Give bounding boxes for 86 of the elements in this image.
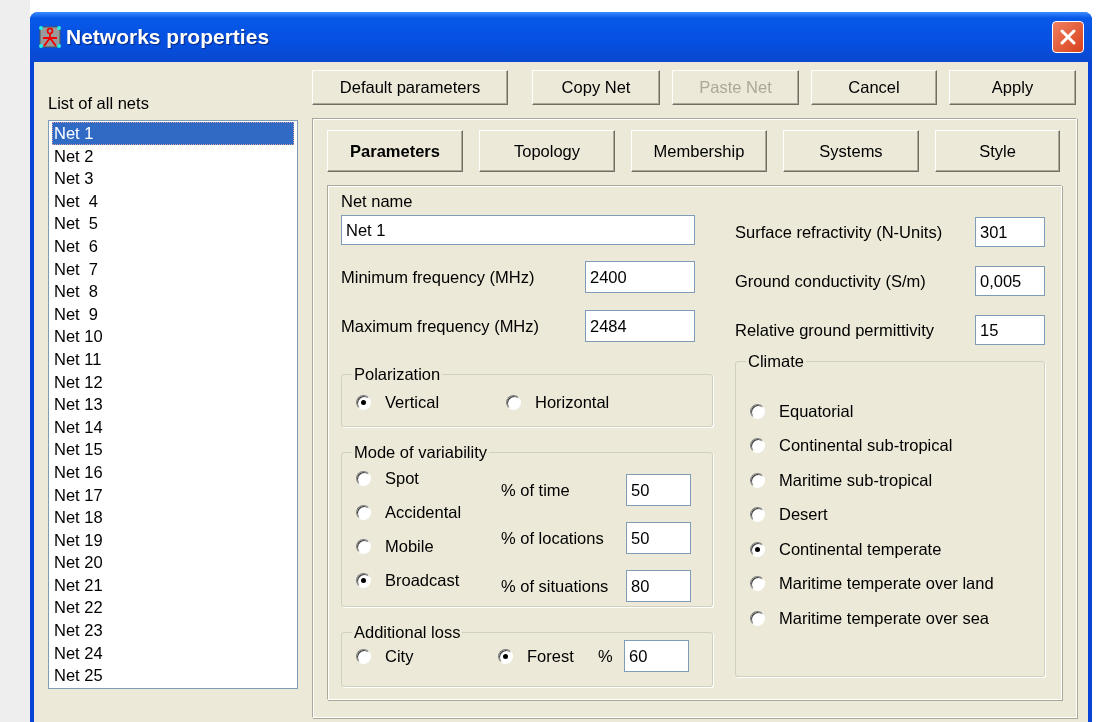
radio-button[interactable]: Continental temperate — [750, 537, 1030, 561]
radio-icon[interactable] — [506, 394, 521, 410]
group-title: Polarization — [353, 365, 442, 384]
tab[interactable]: Systems — [783, 130, 919, 172]
list-item[interactable]: Net 25 — [52, 664, 294, 687]
input-field[interactable]: 15 — [975, 315, 1045, 345]
list-item[interactable]: Net 19 — [52, 528, 294, 552]
radio-button[interactable]: Accidental — [356, 500, 501, 524]
tab[interactable]: Parameters — [327, 130, 463, 172]
list-item[interactable]: Net 17 — [52, 483, 294, 507]
list-item[interactable]: Net 7 — [52, 257, 294, 281]
tab[interactable]: Membership — [631, 130, 767, 172]
list-item[interactable]: Net 14 — [52, 415, 294, 439]
close-button[interactable] — [1052, 21, 1084, 53]
group-title: Mode of variability — [353, 443, 488, 462]
radio-button[interactable]: Continental sub-tropical — [750, 433, 1030, 458]
radio-button[interactable]: Vertical — [356, 390, 506, 414]
list-label: List of all nets — [48, 93, 150, 114]
tab[interactable]: Style — [935, 130, 1060, 172]
action-button[interactable]: Cancel — [811, 70, 937, 105]
list-item[interactable]: Net 11 — [52, 347, 294, 371]
radio-icon[interactable] — [750, 576, 765, 591]
input-field[interactable]: 80 — [626, 570, 691, 602]
field-label: Surface refractivity (N-Units) — [735, 222, 943, 242]
radio-button[interactable]: Horizontal — [506, 390, 610, 414]
radio-button[interactable]: Equatorial — [750, 399, 1030, 423]
radio-button[interactable]: Broadcast — [356, 568, 501, 592]
action-button[interactable]: Apply — [949, 70, 1076, 105]
list-item[interactable]: Net 15 — [52, 438, 294, 461]
radio-icon[interactable] — [750, 438, 765, 453]
list-item[interactable]: Net 9 — [52, 302, 294, 326]
action-button[interactable]: Copy Net — [532, 70, 660, 105]
input-field[interactable]: Net 1 — [341, 215, 695, 245]
group-title: Climate — [747, 352, 805, 371]
action-button[interactable]: Default parameters — [312, 70, 508, 105]
field-label: Relative ground permittivity — [735, 320, 934, 340]
tab[interactable]: Topology — [479, 130, 615, 172]
radio-button[interactable]: Maritime temperate over sea — [750, 606, 1030, 630]
radio-button[interactable]: Desert — [750, 502, 1030, 527]
radio-icon[interactable] — [356, 504, 371, 520]
input-field[interactable]: 60 — [624, 640, 689, 672]
radio-icon[interactable] — [498, 648, 513, 664]
group-title: Additional loss — [353, 623, 462, 642]
list-item[interactable]: Net 10 — [52, 325, 294, 348]
input-field[interactable]: 301 — [975, 217, 1045, 247]
field-label: Maximum frequency (MHz) — [341, 316, 540, 336]
list-item[interactable]: Net 2 — [52, 144, 294, 168]
list-item[interactable]: Net 18 — [52, 506, 294, 529]
radio-button[interactable]: Forest — [498, 644, 598, 668]
field-label: Ground conductivity (S/m) — [735, 271, 926, 291]
list-item[interactable]: Net 1 — [52, 122, 294, 145]
list-item[interactable]: Net 24 — [52, 641, 294, 665]
list-item[interactable]: Net 16 — [52, 460, 294, 484]
list-item[interactable]: Net 20 — [52, 551, 294, 574]
list-item[interactable]: Net 21 — [52, 573, 294, 597]
list-item[interactable]: Net 6 — [52, 234, 294, 258]
field-label: % of time — [501, 480, 570, 500]
radio-button[interactable]: Maritime temperate over land — [750, 571, 1030, 596]
input-field[interactable]: 2400 — [585, 261, 695, 293]
list-item[interactable]: Net 13 — [52, 393, 294, 416]
list-item[interactable]: Net 23 — [52, 619, 294, 642]
radio-button[interactable]: Mobile — [356, 534, 501, 558]
list-item[interactable]: Net 8 — [52, 280, 294, 303]
list-item[interactable]: Net 3 — [52, 167, 294, 190]
field-label: % of locations — [501, 528, 604, 548]
field-label: % of situations — [501, 576, 609, 596]
radio-icon[interactable] — [750, 610, 765, 626]
input-field[interactable]: 2484 — [585, 310, 695, 342]
list-item[interactable]: Net 4 — [52, 189, 294, 213]
list-item[interactable]: Net 5 — [52, 212, 294, 235]
field-label: Net name — [341, 192, 414, 211]
input-field[interactable]: 50 — [626, 474, 691, 506]
radio-icon[interactable] — [356, 394, 371, 410]
radio-button[interactable]: Maritime sub-tropical — [750, 468, 1030, 492]
radio-button[interactable]: City — [356, 644, 498, 668]
input-field[interactable]: 0,005 — [975, 266, 1045, 296]
list-item[interactable]: Net 12 — [52, 370, 294, 394]
list-item[interactable]: Net 22 — [52, 596, 294, 620]
radio-icon[interactable] — [750, 507, 765, 522]
field-label: Minimum frequency (MHz) — [341, 267, 535, 287]
close-icon — [1058, 27, 1078, 47]
input-field[interactable]: 50 — [626, 522, 691, 554]
radio-button[interactable]: Spot — [356, 466, 501, 490]
window-title: Networks properties — [66, 25, 270, 49]
field-label: % — [598, 646, 614, 666]
app-icon — [38, 25, 62, 49]
